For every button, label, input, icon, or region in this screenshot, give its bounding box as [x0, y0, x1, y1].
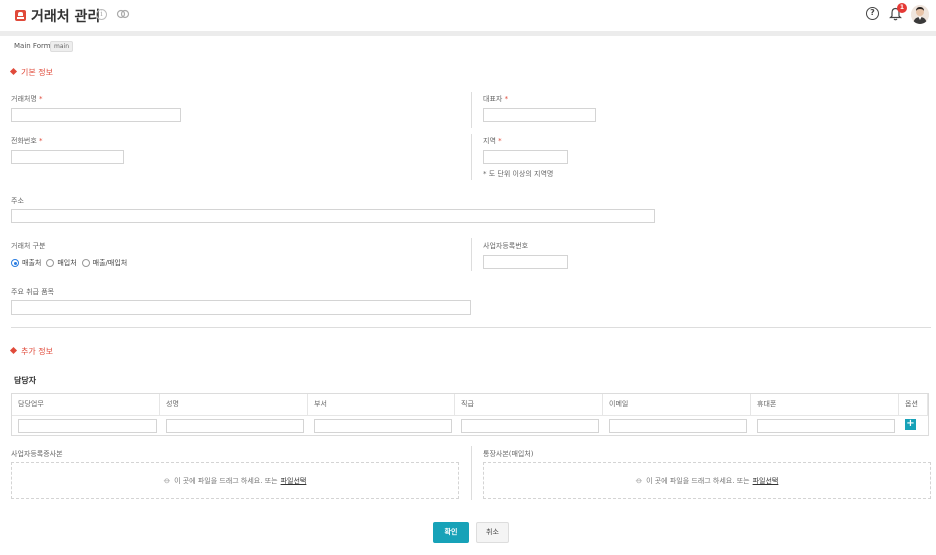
address-label: 주소: [11, 197, 24, 205]
bankbook-dropzone[interactable]: ⌀ 이 곳에 파일을 드래그 하세요. 또는 파일선택: [483, 462, 931, 499]
column-header: 직급: [455, 394, 603, 415]
avatar[interactable]: [911, 5, 929, 24]
position-input[interactable]: [461, 419, 599, 433]
confirm-button[interactable]: 확인: [433, 522, 469, 543]
form-name: Main Form: [14, 42, 51, 50]
extra-section-title-text: 추가 정보: [21, 347, 53, 356]
add-row-button[interactable]: +: [905, 419, 916, 430]
representative-label: 대표자 *: [483, 94, 508, 104]
cancel-button[interactable]: 취소: [476, 522, 509, 543]
main-items-input[interactable]: [11, 300, 471, 315]
info-icon[interactable]: i: [96, 9, 107, 20]
partner-type-radio-group: 매출처 매입처 매출/매입처: [11, 258, 132, 268]
company-name-input[interactable]: [11, 108, 181, 122]
basic-section-title: 기본 정보: [9, 67, 53, 78]
file-select-link[interactable]: 파일선택: [753, 476, 779, 486]
business-cert-dropzone[interactable]: ⌀ 이 곳에 파일을 드래그 하세요. 또는 파일선택: [11, 462, 459, 499]
duty-input[interactable]: [18, 419, 157, 433]
phone-label-text: 전화번호: [11, 137, 37, 145]
page-title: 거래처 관리: [31, 9, 101, 25]
phone-input[interactable]: [11, 150, 124, 164]
radio-purchase-label[interactable]: 매입처: [57, 258, 76, 268]
required-mark: *: [504, 95, 509, 103]
drop-text: 이 곳에 파일을 드래그 하세요. 또는: [646, 476, 750, 485]
paperclip-icon: ⌀: [160, 475, 172, 486]
diamond-icon: [9, 67, 18, 76]
partner-type-label: 거래처 구분: [11, 242, 46, 250]
region-hint: * 도 단위 이상의 지역명: [483, 170, 554, 178]
paperclip-icon: ⌀: [632, 475, 644, 486]
form-badge: main: [50, 41, 73, 52]
required-mark: *: [39, 95, 43, 103]
column-header: 부서: [308, 394, 455, 415]
region-label-text: 지역: [483, 137, 496, 145]
extra-section-title: 추가 정보: [9, 346, 53, 357]
email-input[interactable]: [609, 419, 747, 433]
basic-section-title-text: 기본 정보: [21, 68, 53, 77]
region-input[interactable]: [483, 150, 568, 164]
radio-sales[interactable]: [11, 259, 19, 267]
company-name-label: 거래처명 *: [11, 94, 43, 104]
radio-both[interactable]: [81, 259, 90, 267]
contacts-heading: 담당자: [14, 376, 37, 385]
column-divider: [471, 238, 472, 271]
column-header: 담당업무: [12, 394, 160, 415]
address-book-icon: [15, 10, 26, 21]
radio-both-label[interactable]: 매출/매입처: [93, 258, 128, 268]
file-select-link[interactable]: 파일선택: [281, 476, 307, 486]
section-divider: [11, 327, 931, 328]
representative-input[interactable]: [483, 108, 596, 122]
mobile-input[interactable]: [757, 419, 895, 433]
name-input[interactable]: [166, 419, 304, 433]
column-header: 옵션: [899, 394, 928, 415]
radio-purchase[interactable]: [46, 259, 55, 267]
help-icon[interactable]: ?: [866, 7, 879, 20]
company-name-label-text: 거래처명: [11, 95, 37, 103]
column-header: 휴대폰: [751, 394, 899, 415]
required-mark: *: [39, 137, 43, 145]
business-number-label: 사업자등록번호: [483, 242, 529, 250]
link-icon[interactable]: [116, 8, 130, 20]
bankbook-label: 통장사본(매입처): [483, 450, 534, 458]
top-bar: [0, 0, 936, 31]
column-divider: [471, 446, 472, 500]
business-cert-label: 사업자등록증사본: [11, 450, 63, 458]
region-label: 지역 *: [483, 136, 502, 146]
drop-text: 이 곳에 파일을 드래그 하세요. 또는: [174, 476, 278, 485]
contacts-table: 담당업무 성명 부서 직급 이메일 휴대폰 옵션 +: [11, 393, 929, 436]
row-divider: [12, 415, 928, 416]
address-input[interactable]: [11, 209, 655, 223]
main-items-label: 주요 취급 품목: [11, 288, 55, 296]
radio-sales-label[interactable]: 매출처: [22, 258, 41, 268]
required-mark: *: [498, 137, 502, 145]
column-divider: [471, 92, 472, 128]
diamond-icon: [9, 346, 18, 355]
column-header: 이메일: [603, 394, 751, 415]
top-bar-divider: [0, 31, 936, 36]
notification-badge: 1: [897, 3, 907, 13]
column-divider: [471, 134, 472, 180]
representative-label-text: 대표자: [483, 95, 503, 103]
department-input[interactable]: [314, 419, 452, 433]
column-header: 성명: [160, 394, 308, 415]
business-number-input[interactable]: [483, 255, 568, 269]
phone-label: 전화번호 *: [11, 136, 43, 146]
